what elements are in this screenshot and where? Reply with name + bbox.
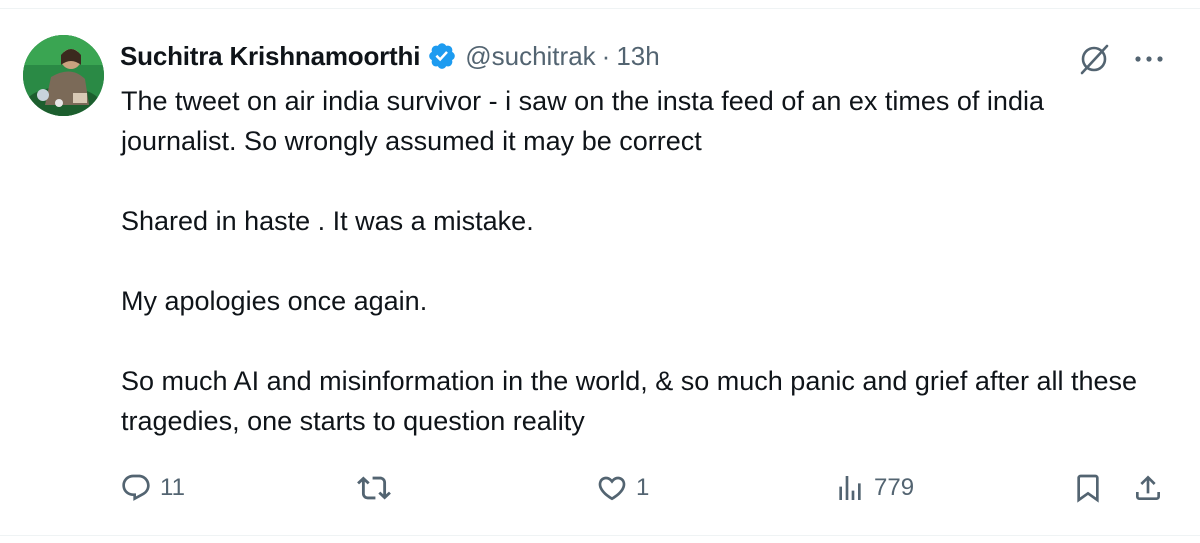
retweet-icon [357, 471, 391, 505]
verified-badge-icon [427, 41, 457, 71]
bookmark-icon [1072, 472, 1104, 504]
tweet-paragraph-4: So much AI and misinformation in the wor… [121, 366, 1138, 436]
avatar[interactable] [23, 35, 104, 116]
tweet-header: Suchitra Krishnamoorthi @suchitrak · 13h [120, 38, 660, 74]
views-button[interactable]: 779 [834, 470, 914, 506]
tweet-paragraph-3: My apologies once again. [121, 286, 428, 316]
reply-count: 11 [160, 474, 185, 501]
tweet-text: The tweet on air india survivor - i saw … [121, 81, 1161, 441]
reply-button[interactable]: 11 [120, 470, 185, 506]
like-count: 1 [636, 474, 650, 501]
view-count: 779 [874, 474, 915, 501]
bookmark-button[interactable] [1072, 470, 1104, 506]
tweet-paragraph-1: The tweet on air india survivor - i saw … [121, 86, 1044, 156]
author-display-name[interactable]: Suchitra Krishnamoorthi [120, 41, 420, 72]
author-handle[interactable]: @suchitrak [465, 41, 595, 72]
heart-icon [596, 472, 628, 504]
retweet-button[interactable] [357, 470, 399, 506]
separator-dot: · [601, 40, 611, 71]
reply-icon [120, 472, 152, 504]
tweet-card[interactable]: Suchitra Krishnamoorthi @suchitrak · 13h… [0, 0, 1200, 543]
more-icon[interactable] [1132, 48, 1166, 70]
like-button[interactable]: 1 [596, 470, 649, 506]
views-icon [834, 472, 866, 504]
share-button[interactable] [1132, 470, 1164, 506]
top-divider [0, 8, 1200, 9]
share-icon [1132, 472, 1164, 504]
grok-icon[interactable] [1077, 42, 1111, 76]
tweet-timestamp[interactable]: 13h [616, 41, 659, 72]
tweet-paragraph-2: Shared in haste . It was a mistake. [121, 206, 534, 236]
bottom-divider [0, 535, 1200, 536]
